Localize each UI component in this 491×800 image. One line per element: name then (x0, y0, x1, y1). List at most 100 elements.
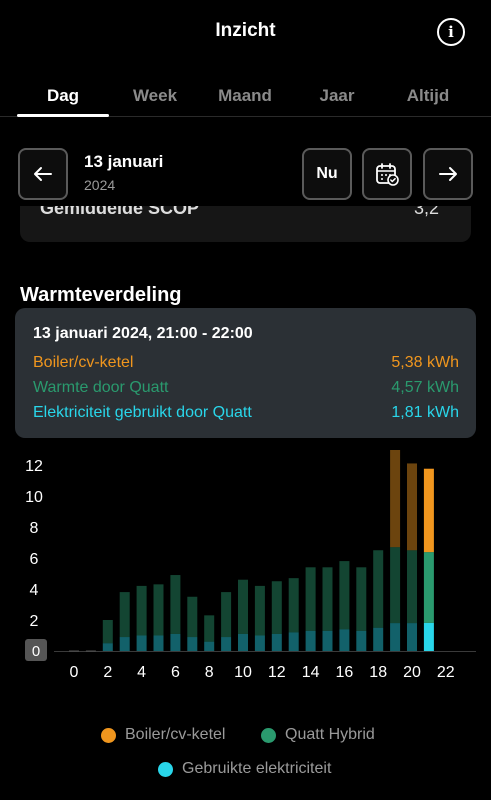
bar-segment (407, 623, 417, 651)
bar-segment (119, 637, 130, 651)
now-button[interactable]: Nu (302, 148, 352, 200)
scop-value: 3,2 (414, 206, 440, 218)
x-tick-label: 6 (171, 664, 180, 681)
bar-segment (407, 463, 417, 551)
legend-swatch (261, 727, 276, 743)
tooltip-title: 13 januari 2024, 21:00 - 22:00 (33, 325, 253, 342)
bar-segment (271, 581, 282, 634)
legend-label: Gebruikte elektriciteit (182, 760, 332, 777)
bar-segment (119, 592, 130, 638)
legend-label: Quatt Hybrid (285, 726, 375, 743)
bar-segment (423, 468, 434, 553)
bar-segment (221, 637, 232, 651)
previous-day-button[interactable] (18, 148, 68, 200)
bar-segment (170, 575, 181, 634)
bar-segment (204, 615, 215, 642)
bar-segment (187, 637, 198, 651)
bar-segment (238, 579, 248, 634)
x-tick-label: 20 (403, 664, 421, 681)
y-tick-label: 6 (30, 551, 39, 568)
y-tick-label: 12 (25, 458, 43, 475)
bar-segment (254, 585, 265, 636)
bar-segment (356, 567, 367, 631)
chart-tooltip: 13 januari 2024, 21:00 - 22:00 Boiler/cv… (15, 308, 476, 438)
bar-segment (187, 596, 198, 638)
tab-altijd[interactable]: Altijd (383, 86, 473, 106)
legend-label: Boiler/cv-ketel (125, 726, 226, 743)
date-navigation: 13 januari 2024 Nu (0, 148, 491, 202)
y-tick-label: 10 (25, 489, 43, 506)
page-title: Inzicht (215, 20, 276, 41)
legend-swatch (101, 727, 116, 743)
x-tick-label: 22 (437, 664, 455, 681)
selected-year: 2024 (84, 177, 116, 193)
x-tick-label: 2 (103, 664, 112, 681)
y-tick-label: 4 (30, 582, 39, 599)
x-tick-label: 0 (70, 664, 79, 681)
legend-swatch (158, 761, 173, 777)
scop-label: Gemiddelde SCOP (40, 206, 200, 218)
bar-segment (254, 635, 265, 651)
bar-segment (356, 630, 367, 651)
tab-jaar[interactable]: Jaar (292, 86, 382, 106)
bar-segment (390, 450, 401, 548)
x-tick-label: 14 (302, 664, 320, 681)
x-tick-label: 4 (137, 664, 146, 681)
bar-segment (288, 578, 299, 633)
heat-distribution-chart[interactable]: 0 2 4 6 8 10 12 0 2 4 6 8 10 12 14 16 18 20 22 (0, 450, 491, 690)
bar-segment (407, 550, 417, 624)
bar-segment (373, 550, 384, 628)
legend-item-electricity: Gebruikte elektriciteit (158, 760, 331, 778)
section-title: Warmteverdeling (20, 284, 182, 306)
bar-segment (136, 635, 147, 651)
x-tick-label: 10 (234, 664, 252, 681)
bar-segment (136, 585, 147, 636)
calendar-icon (376, 163, 399, 186)
bar-segment (322, 630, 333, 651)
bar-segment (238, 633, 248, 651)
next-day-button[interactable] (423, 148, 473, 200)
tooltip-value: 5,38 kWh (391, 354, 459, 371)
bar-segment (390, 547, 401, 624)
x-tick-label: 18 (369, 664, 387, 681)
bar-segment (170, 633, 181, 651)
legend-item-quatt: Quatt Hybrid (261, 726, 375, 744)
calendar-button[interactable] (362, 148, 412, 200)
tab-dag[interactable]: Dag (18, 86, 108, 106)
legend-item-boiler: Boiler/cv-ketel (101, 726, 225, 744)
bar-segment (153, 635, 164, 651)
x-tick-label: 12 (268, 664, 286, 681)
chart-legend: Boiler/cv-ketel Quatt Hybrid Gebruikte e… (0, 720, 491, 790)
bar-segment (423, 622, 434, 651)
period-tabs: Dag Week Maand Jaar Altijd (0, 76, 491, 118)
bar-segment (288, 632, 299, 651)
info-icon[interactable]: i (437, 18, 465, 46)
bar-segment (423, 552, 434, 623)
bar-segment (339, 561, 350, 630)
tooltip-label: Warmte door Quatt (33, 379, 169, 396)
bar-segment (204, 641, 215, 651)
bar-segment (102, 620, 113, 644)
bar-segment (102, 643, 113, 651)
arrow-left-icon (34, 167, 52, 181)
arrow-right-icon (439, 167, 457, 181)
tooltip-label: Boiler/cv-ketel (33, 354, 134, 371)
bar-segment (373, 627, 384, 651)
bar-segment (390, 623, 401, 651)
top-bar: Inzicht i (0, 0, 491, 64)
y-tick-label: 0 (32, 643, 40, 660)
tab-maand[interactable]: Maand (200, 86, 290, 106)
now-button-label: Nu (316, 165, 338, 182)
tooltip-value: 1,81 kWh (391, 404, 459, 421)
active-tab-indicator (17, 114, 109, 117)
x-tick-label: 8 (205, 664, 214, 681)
x-tick-label: 16 (336, 664, 354, 681)
selected-date: 13 januari (84, 152, 164, 171)
tooltip-label: Elektriciteit gebruikt door Quatt (33, 404, 252, 421)
y-tick-label: 8 (30, 520, 39, 537)
y-tick-label: 2 (30, 613, 39, 630)
bar-segment (339, 629, 350, 651)
bar-segment (322, 567, 333, 631)
bar-segment (153, 584, 164, 636)
tab-week[interactable]: Week (110, 86, 200, 106)
